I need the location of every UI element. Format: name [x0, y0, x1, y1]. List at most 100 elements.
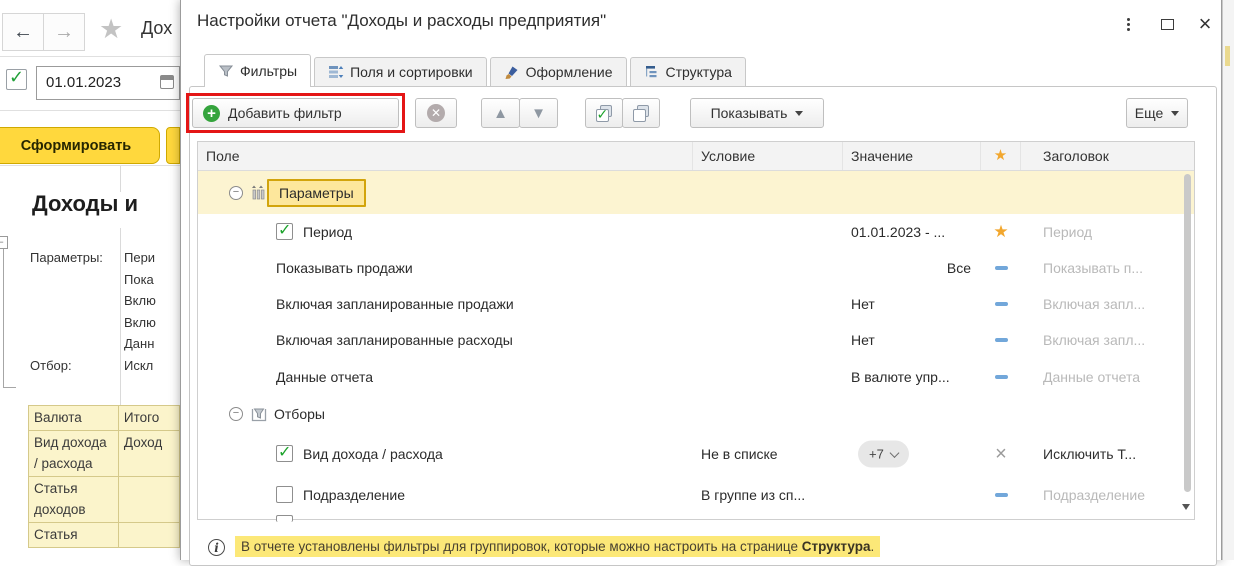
value-pill[interactable]: +7 [858, 440, 909, 468]
value-text: Все [946, 260, 971, 276]
remove-filter-button-disabled[interactable]: ✕ [415, 98, 457, 128]
report-lines: Параметры: Пери Пока Вклю Вклю Данн Отбор: Искл [30, 247, 180, 377]
add-filter-button[interactable]: + Добавить фильтр [192, 98, 399, 128]
column-header-condition[interactable]: Условие [693, 142, 843, 170]
settings-group-row[interactable]: − Параметры [198, 171, 1194, 214]
report-grid: Валюта Итого Вид дохода / расхода Доход Стат… [28, 405, 180, 548]
quick-access-dash-icon[interactable] [981, 286, 1021, 322]
column-header-value[interactable]: Значение [843, 142, 981, 170]
value-text: Нет [851, 332, 875, 348]
move-up-button[interactable]: ▲ [481, 98, 520, 128]
condition-value: В группе из сп... [701, 487, 806, 503]
collapse-toggle-icon[interactable]: − [229, 406, 243, 421]
collapse-toggle-icon[interactable]: − [229, 185, 243, 200]
column-header-field[interactable]: Поле [198, 142, 693, 170]
more-dropdown-button[interactable]: Еще [1126, 98, 1188, 128]
maximize-button[interactable] [1153, 10, 1181, 38]
show-dropdown-button[interactable]: Показывать [690, 98, 824, 128]
field-name: Включая запланированные продажи [276, 296, 514, 312]
info-message: В отчете установлены фильтры для группир… [235, 536, 881, 557]
favorite-star-icon[interactable]: ★ [99, 14, 123, 45]
row-checkbox[interactable] [276, 442, 293, 462]
excluded-x-icon[interactable]: × [981, 432, 1021, 476]
quick-access-star-icon[interactable]: ★ [981, 214, 1021, 250]
add-filter-label: Добавить фильтр [228, 105, 342, 121]
back-button[interactable]: ← [2, 13, 44, 51]
cut-button-fragment[interactable] [166, 127, 180, 164]
tab-appearance[interactable]: Оформление [489, 57, 627, 87]
forward-button[interactable]: → [43, 13, 85, 51]
quick-access-dash-icon[interactable] [981, 250, 1021, 286]
header-caption: Подразделение [1043, 487, 1146, 503]
close-icon: × [1198, 11, 1212, 36]
report-heading: Доходы и [32, 191, 139, 216]
dash-icon [994, 493, 1008, 497]
background-report-window: ← → ★ Дох 01.01.2023 Сформировать − Дохо… [0, 0, 180, 560]
grouping-bracket [3, 249, 4, 388]
arrow-down-icon: ▼ [531, 104, 546, 122]
tab-fields-sorting[interactable]: Поля и сортировки [314, 57, 487, 87]
column-header-quick-access-star-icon[interactable]: ★ [981, 142, 1021, 170]
move-down-button[interactable]: ▼ [519, 98, 558, 128]
value-text: В валюте упр... [851, 368, 950, 385]
check-all-button[interactable] [585, 98, 623, 128]
grouping-bracket [3, 387, 16, 388]
report-grid-cell [117, 475, 180, 523]
tab-structure[interactable]: Структура [629, 57, 746, 87]
settings-filter-row[interactable]: Включая запланированные продажи Нет Включа… [198, 286, 1194, 322]
settings-group-row[interactable]: − Отборы [198, 395, 1194, 432]
uncheck-all-button[interactable] [622, 98, 660, 128]
vertical-scrollbar-thumb[interactable] [1184, 174, 1191, 492]
condition-value: Не в списке [701, 446, 778, 462]
report-line-value: Искл [124, 357, 154, 373]
column-header-caption[interactable]: Заголовок [1021, 142, 1183, 170]
pill-count: +7 [869, 446, 884, 462]
filters-tab-panel: + Добавить фильтр ✕ ▲ ▼ Показывать Еще П… [186, 86, 1217, 566]
report-window-title: Дох [141, 18, 173, 38]
kebab-menu-icon [1126, 17, 1130, 21]
table-header: Поле Условие Значение ★ Заголовок [198, 142, 1194, 171]
value-text: Нет [851, 296, 875, 312]
tab-label: Оформление [525, 64, 613, 80]
header-caption: Период [1043, 224, 1093, 240]
checkbox-partial[interactable] [276, 515, 293, 522]
generate-report-button[interactable]: Сформировать [0, 127, 160, 164]
scrollbar-down-arrow[interactable] [1182, 504, 1190, 514]
field-name: Показывать продажи [276, 260, 413, 276]
report-grid-cell: Итого [117, 405, 180, 431]
settings-filter-row[interactable]: Показывать продажи Все Показывать п... [198, 250, 1194, 286]
report-line: Вклю [30, 290, 180, 312]
row-checkbox[interactable] [276, 220, 293, 240]
close-button[interactable]: × [1191, 10, 1219, 38]
settings-filter-row[interactable]: Вид дохода / расхода Не в списке +7 × Исключ… [198, 432, 1194, 476]
settings-filter-row[interactable]: Подразделение В группе из сп... Подразделе… [198, 476, 1194, 514]
tab-filters[interactable]: Фильтры [204, 54, 312, 87]
report-line-label: Отбор: [30, 357, 72, 373]
paint-brush-icon [505, 66, 518, 79]
info-text: В отчете установлены фильтры для группир… [241, 539, 802, 554]
arrow-up-icon: ▲ [493, 104, 508, 122]
report-grid-cell [117, 521, 180, 548]
group-collapse-box[interactable]: − [0, 236, 8, 249]
window-menu-button[interactable] [1114, 10, 1142, 38]
info-icon: i [208, 539, 225, 556]
settings-filter-row[interactable]: Включая запланированные расходы Нет Включа… [198, 322, 1194, 358]
period-date-input[interactable]: 01.01.2023 [36, 66, 180, 100]
row-checkbox[interactable] [276, 486, 293, 503]
report-line: Параметры: Пери [30, 247, 180, 269]
quick-access-dash-icon[interactable] [981, 322, 1021, 358]
quick-access-dash-icon[interactable] [981, 358, 1021, 395]
settings-filter-row[interactable]: Период 01.01.2023 - ... ★ Период [198, 214, 1194, 250]
quick-access-dash-icon[interactable] [981, 476, 1021, 514]
maximize-icon [1160, 18, 1174, 30]
report-grid-body: Валюта Итого Вид дохода / расхода Доход Стат… [28, 405, 180, 548]
settings-filter-row[interactable]: Данные отчета В валюте упр... Данные отчет… [198, 358, 1194, 395]
divider [0, 165, 180, 166]
report-grid-cell: Доход [117, 429, 180, 477]
calendar-icon[interactable] [160, 75, 174, 89]
field-name: Включая запланированные расходы [276, 332, 513, 348]
period-date-value: 01.01.2023 [46, 74, 122, 91]
settings-filter-row[interactable] [198, 514, 1194, 522]
period-checkbox[interactable] [6, 67, 27, 90]
value-text: 01.01.2023 - ... [851, 224, 946, 240]
